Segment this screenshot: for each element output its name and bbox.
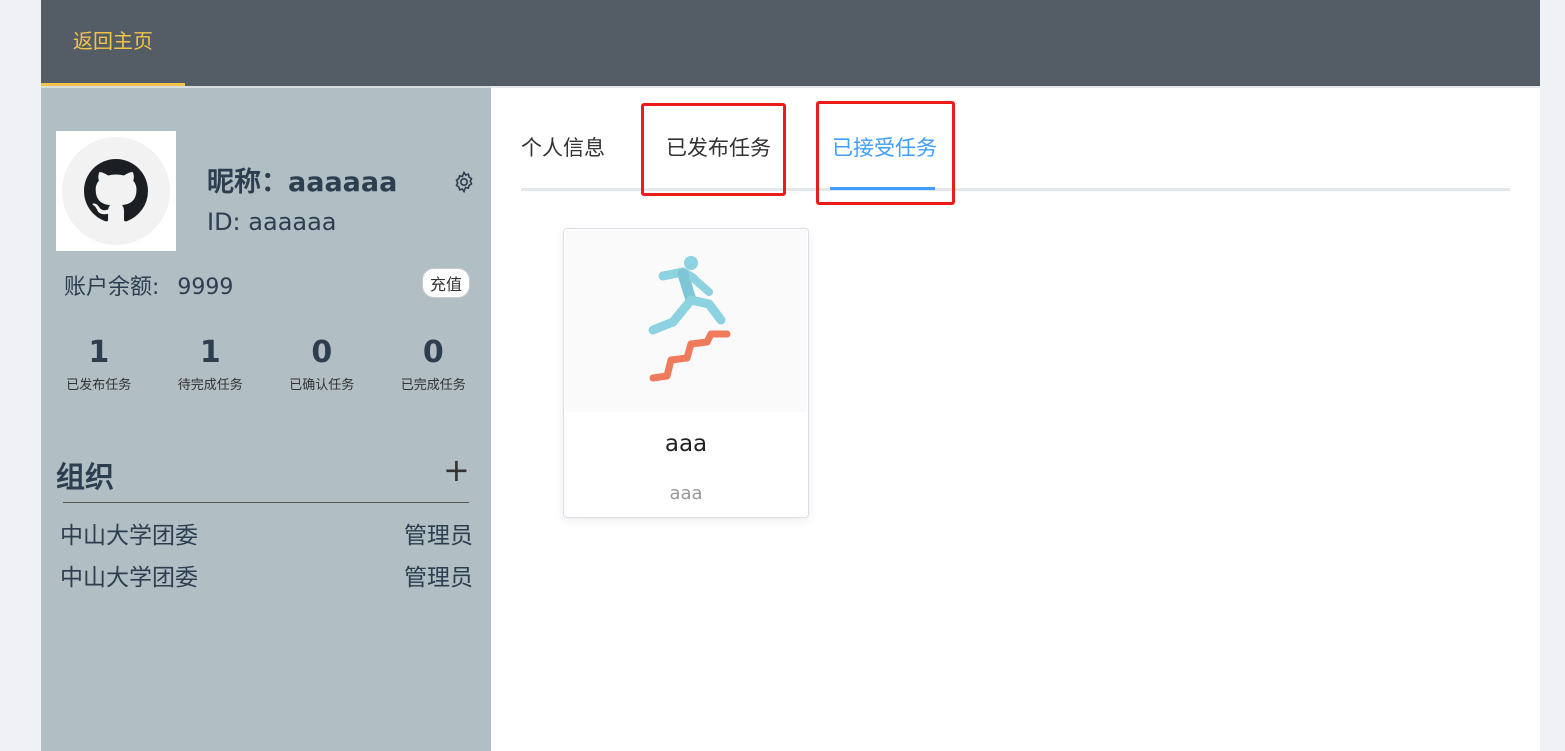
stat-value: 1 — [199, 335, 221, 370]
nickname: 昵称：aaaaaa — [207, 167, 398, 198]
nav-home-link[interactable]: 返回主页 — [41, 0, 185, 86]
github-icon — [62, 137, 170, 245]
org-role: 管理员 — [404, 523, 473, 549]
highlight-box-published — [641, 103, 786, 196]
stat-label: 已发布任务 — [66, 378, 132, 393]
tab-profile-info[interactable]: 个人信息 — [521, 132, 605, 162]
running-figure-icon — [565, 230, 807, 412]
org-title: 组织 — [56, 460, 115, 494]
org-name: 中山大学团委 — [60, 565, 198, 591]
org-name: 中山大学团委 — [60, 523, 198, 549]
stat-label: 已完成任务 — [400, 378, 466, 393]
user-id: ID: aaaaaa — [207, 208, 337, 236]
gear-icon[interactable] — [452, 170, 476, 194]
org-list-item[interactable]: 中山大学团委 管理员 — [60, 516, 473, 550]
stat-value: 0 — [422, 335, 444, 370]
stat-pending[interactable]: 1 待完成任务 — [155, 334, 267, 393]
balance-label: 账户余额: — [64, 275, 160, 300]
top-nav-bar: 返回主页 — [41, 0, 1540, 86]
stat-value: 0 — [311, 335, 333, 370]
task-card-subtitle: aaa — [669, 483, 703, 504]
org-role: 管理员 — [404, 565, 473, 591]
page-margin — [1540, 0, 1565, 751]
org-list-item[interactable]: 中山大学团委 管理员 — [60, 558, 473, 592]
task-stats: 1 已发布任务 1 待完成任务 0 已确认任务 0 已完成任务 — [43, 334, 489, 393]
add-org-button[interactable]: + — [443, 452, 470, 488]
main-content: 个人信息 已发布任务 已接受任务 aaa aaa — [491, 86, 1540, 751]
avatar — [56, 131, 176, 251]
task-card-title: aaa — [664, 431, 708, 457]
stat-completed[interactable]: 0 已完成任务 — [378, 334, 490, 393]
stat-label: 已确认任务 — [289, 378, 355, 393]
recharge-button[interactable]: 充值 — [422, 268, 471, 298]
stat-value: 1 — [88, 335, 110, 370]
highlight-box-accepted — [816, 101, 955, 205]
profile-sidebar: 昵称：aaaaaa ID: aaaaaa 账户余额: 9999 充值 1 已发布任… — [41, 86, 491, 751]
stat-published[interactable]: 1 已发布任务 — [43, 334, 155, 393]
stat-label: 待完成任务 — [177, 378, 243, 393]
stat-confirmed[interactable]: 0 已确认任务 — [266, 334, 378, 393]
divider — [63, 502, 469, 503]
balance-value: 9999 — [177, 275, 234, 300]
task-card[interactable]: aaa aaa — [563, 228, 809, 518]
balance-row: 账户余额: 9999 — [64, 269, 233, 301]
